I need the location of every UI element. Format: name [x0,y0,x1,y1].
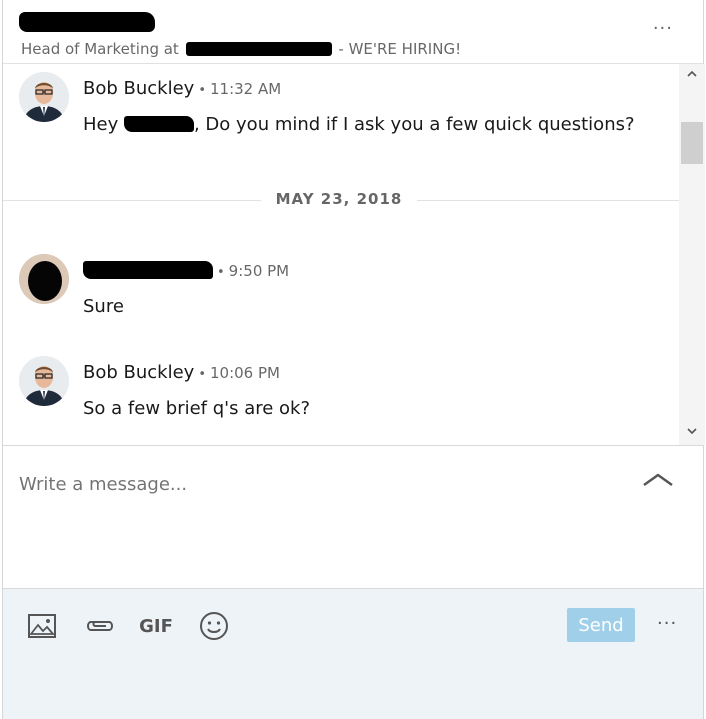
sender-name[interactable]: Bob Buckley [83,362,194,383]
message-header: Bob Buckley • 11:32 AM [83,78,282,99]
message-scrollbar[interactable] [679,64,705,445]
avatar[interactable] [19,356,69,406]
paperclip-icon[interactable] [83,609,117,643]
bob-avatar-icon [19,72,69,122]
message-list[interactable]: Bob Buckley • 11:32 AM Hey , Do you mind i… [3,64,679,445]
redacted-contact-name [19,12,155,32]
send-button[interactable]: Send [567,608,635,642]
image-icon[interactable] [25,609,59,643]
avatar[interactable] [19,72,69,122]
scroll-thumb[interactable] [681,122,703,164]
headline-suffix: - WE'RE HIRING! [338,40,462,58]
redacted-company [185,42,332,56]
message-body: Hey , Do you mind if I ask you a few qui… [83,114,635,135]
sender-name[interactable]: Bob Buckley [83,78,194,99]
gif-label: GIF [139,615,173,637]
chevron-up-icon[interactable] [641,470,675,490]
emoji-icon[interactable] [197,609,231,643]
gif-button[interactable]: GIF [139,609,173,643]
message-body: So a few brief q's are ok? [83,398,311,419]
date-separator: MAY 23, 2018 [3,188,679,212]
messaging-window: Head of Marketing at - WE'RE HIRING! ··· [2,0,705,719]
bob-avatar-icon [19,356,69,406]
contact-headline: Head of Marketing at - WE'RE HIRING! [21,40,461,58]
message-header: Bob Buckley • 10:06 PM [83,362,280,383]
date-label: MAY 23, 2018 [275,190,403,208]
message-time: 9:50 PM [228,262,290,280]
message-input[interactable] [19,464,619,504]
scroll-down-icon[interactable] [679,423,705,443]
redacted-sender-name [83,261,213,279]
scroll-up-icon[interactable] [679,66,705,86]
more-options-icon[interactable]: ··· [653,18,673,39]
message-header: • 9:50 PM [83,260,289,281]
message-time: 11:32 AM [210,80,282,98]
compose-toolbar: GIF Send ··· [3,588,703,719]
more-options-icon[interactable]: ··· [657,613,677,634]
message-time: 10:06 PM [210,364,280,382]
avatar[interactable] [19,254,69,304]
headline-prefix: Head of Marketing at [21,40,179,58]
contact-avatar-icon [19,254,69,304]
redacted-recipient-name [123,116,194,132]
message-body: Sure [83,296,124,317]
compose-area [3,445,703,588]
conversation-header: Head of Marketing at - WE'RE HIRING! ··· [3,0,703,64]
